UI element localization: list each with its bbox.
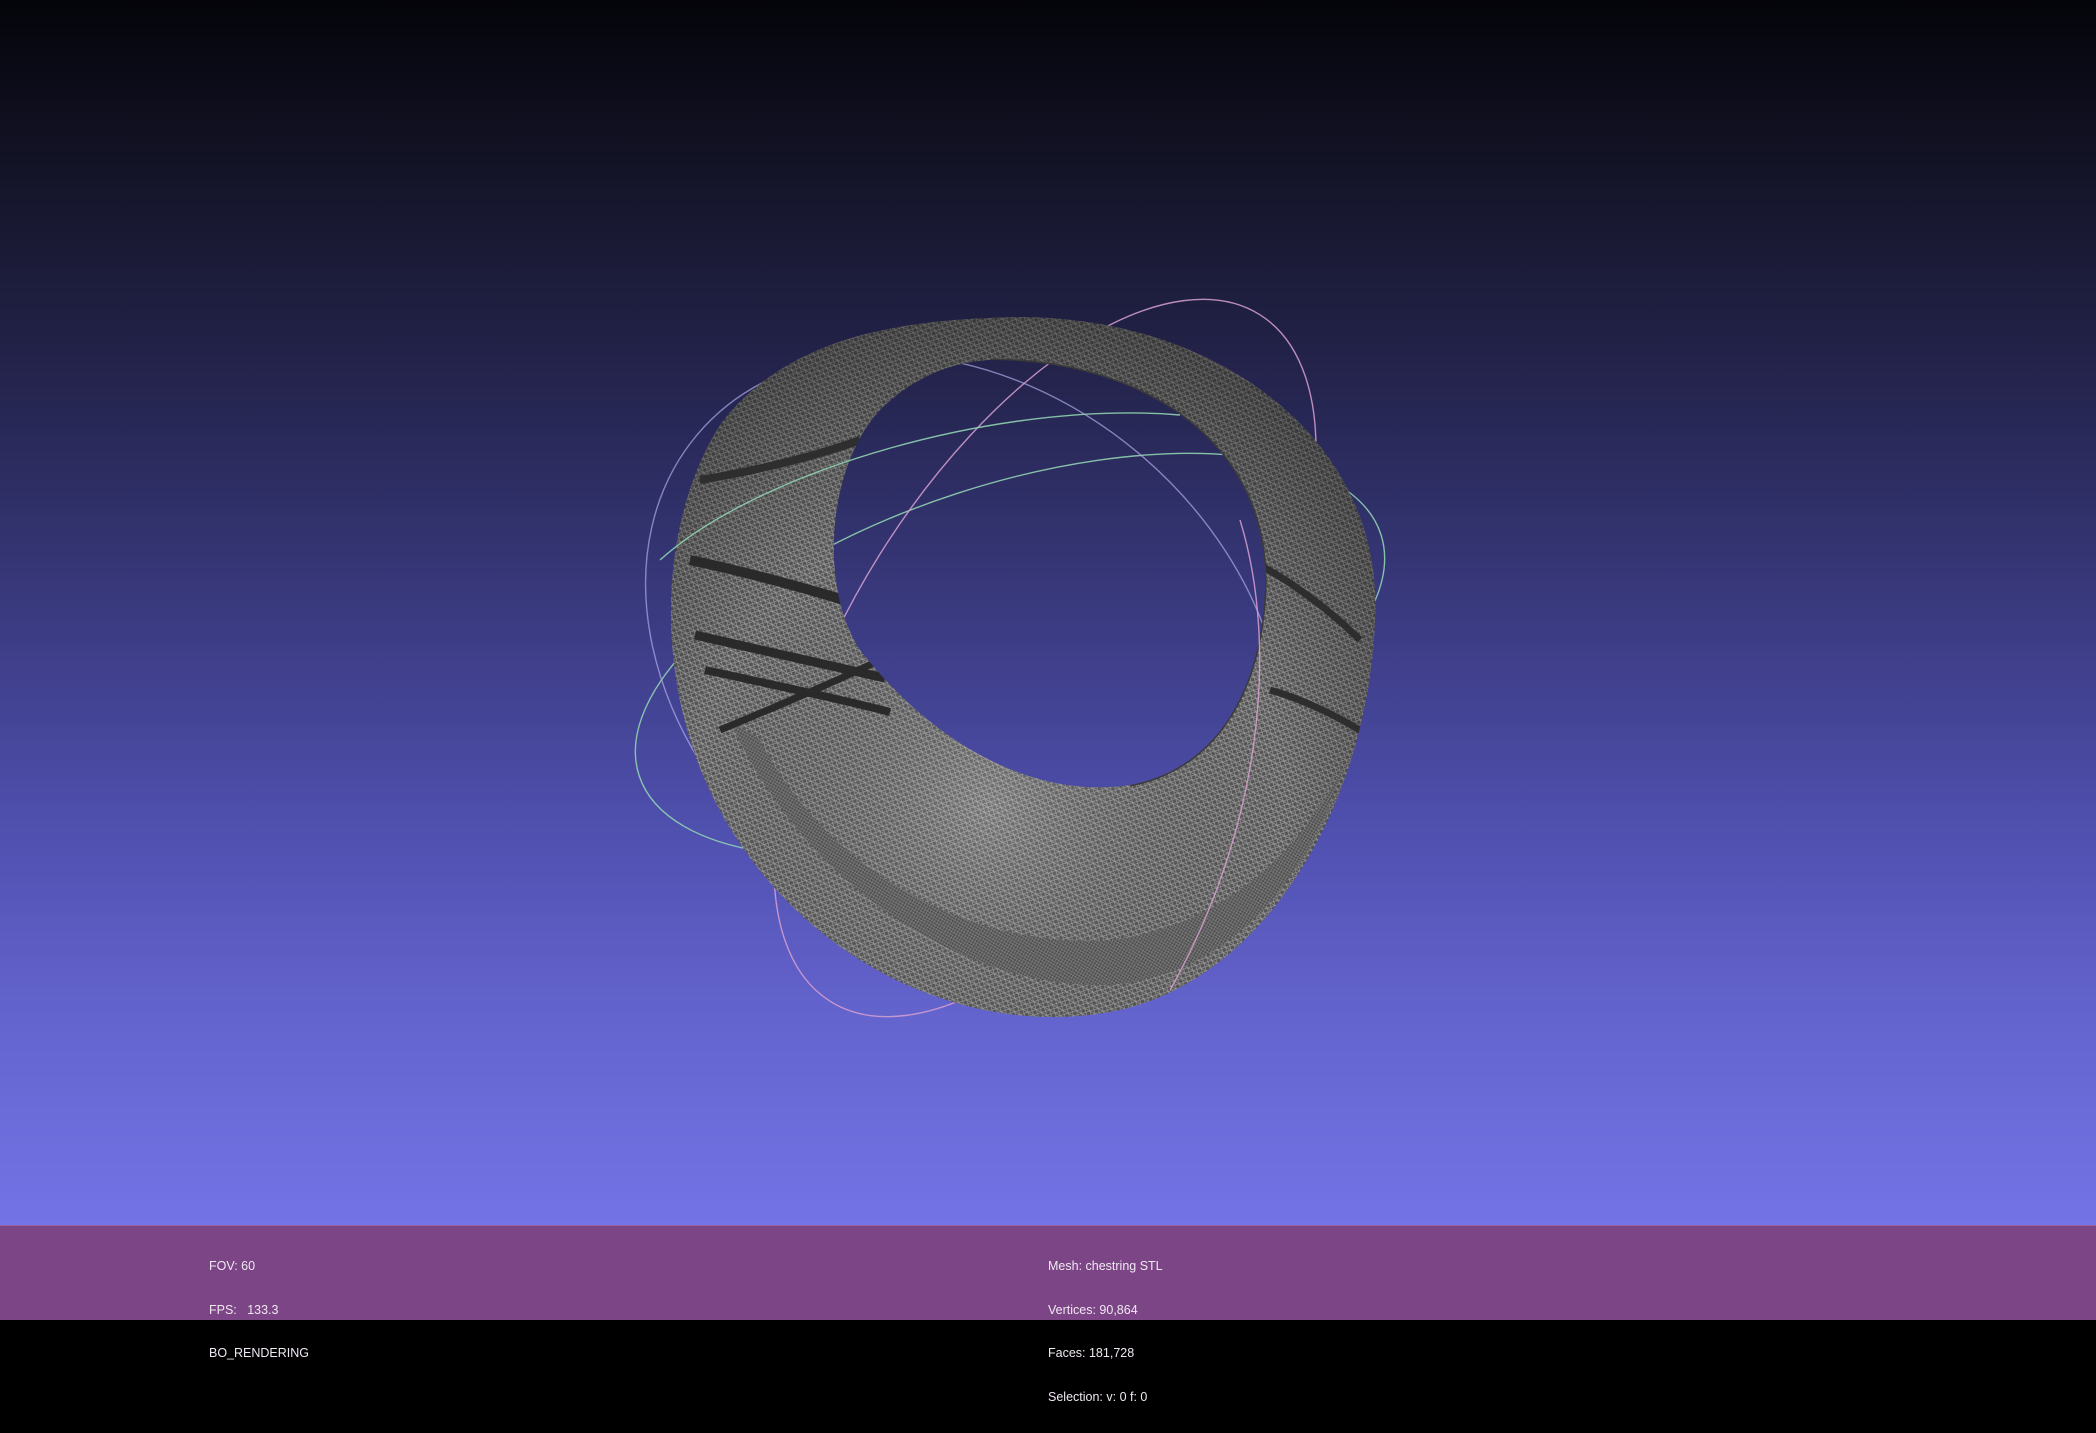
status-bar: FOV: 60 FPS: 133.3 BO_RENDERING Mesh: ch… — [0, 1225, 2096, 1404]
mesh-canvas[interactable] — [0, 0, 2096, 1225]
3d-viewport[interactable] — [0, 0, 2096, 1225]
selection-readout: Selection: v: 0 f: 0 — [1048, 1389, 1148, 1404]
fov-readout: FOV: 60 — [209, 1259, 256, 1273]
render-mode-readout: BO_RENDERING — [209, 1346, 310, 1360]
face-count-readout: Faces: 181,728 — [1048, 1346, 1135, 1360]
vertex-count-readout: Vertices: 90,864 — [1048, 1302, 1138, 1317]
mesh-ring[interactable] — [600, 280, 1450, 1060]
render-info: FOV: 60 FPS: 133.3 BO_RENDERING — [209, 1230, 309, 1390]
mesh-name-readout: Mesh: chestring STL — [1048, 1259, 1163, 1273]
fps-readout: FPS: 133.3 — [209, 1302, 279, 1317]
mesh-info: Mesh: chestring STL Vertices: 90,864 Fac… — [1048, 1230, 1163, 1433]
